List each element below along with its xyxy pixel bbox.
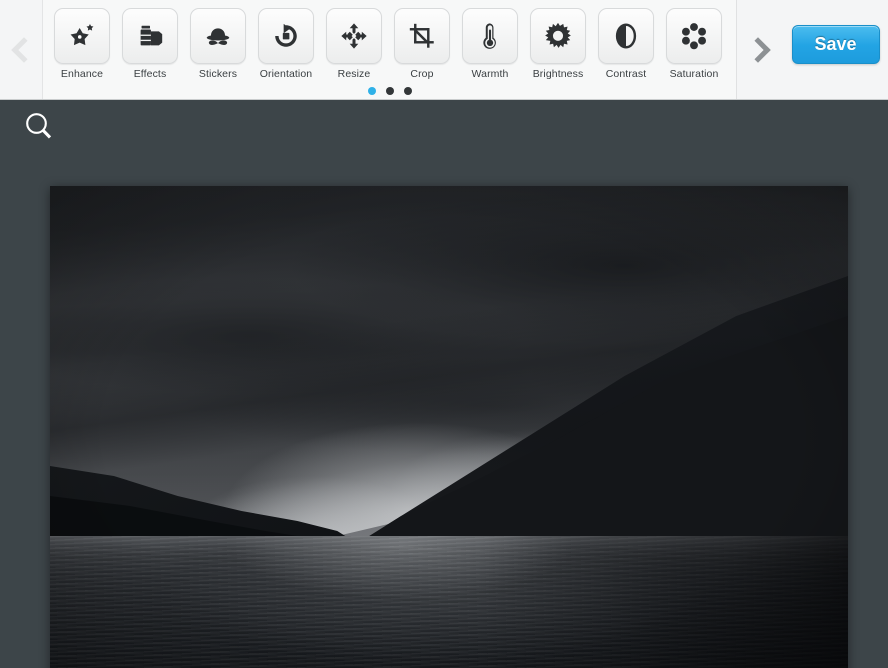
tool-crop-label: Crop xyxy=(410,68,433,80)
tool-orientation-tile[interactable] xyxy=(258,8,314,64)
tool-resize-tile[interactable] xyxy=(326,8,382,64)
color-droplets-icon xyxy=(679,21,709,51)
star-sparkle-icon xyxy=(67,21,97,51)
tool-crop-tile[interactable] xyxy=(394,8,450,64)
tool-contrast-label: Contrast xyxy=(606,68,646,80)
film-canister-icon xyxy=(135,21,165,51)
thermometer-icon xyxy=(475,21,505,51)
editor-toolbar: Enhance Effects xyxy=(0,0,888,100)
tool-enhance[interactable]: Enhance xyxy=(48,8,116,80)
magnifier-icon xyxy=(22,110,56,144)
tool-effects-tile[interactable] xyxy=(122,8,178,64)
sun-icon xyxy=(543,21,573,51)
prev-tools-arrow[interactable] xyxy=(0,0,42,99)
tool-saturation-tile[interactable] xyxy=(666,8,722,64)
tool-brightness-label: Brightness xyxy=(533,68,584,80)
tool-orientation[interactable]: Orientation xyxy=(252,8,320,80)
tool-orientation-label: Orientation xyxy=(260,68,312,80)
editor-canvas xyxy=(0,100,888,668)
tool-effects[interactable]: Effects xyxy=(116,8,184,80)
tool-stickers[interactable]: Stickers xyxy=(184,8,252,80)
tool-stickers-tile[interactable] xyxy=(190,8,246,64)
tool-brightness-tile[interactable] xyxy=(530,8,586,64)
tool-enhance-tile[interactable] xyxy=(54,8,110,64)
tool-stickers-label: Stickers xyxy=(199,68,237,80)
photo-frame[interactable] xyxy=(50,186,848,668)
tool-contrast[interactable]: Contrast xyxy=(592,8,660,80)
tool-brightness[interactable]: Brightness xyxy=(524,8,592,80)
photo-editor-app: Enhance Effects xyxy=(0,0,888,668)
tool-warmth[interactable]: Warmth xyxy=(456,8,524,80)
zoom-button[interactable] xyxy=(22,110,56,144)
next-tools-arrow[interactable] xyxy=(737,0,783,99)
save-button[interactable]: Save xyxy=(792,25,880,64)
pagination-dot-2[interactable] xyxy=(386,87,394,95)
tool-warmth-tile[interactable] xyxy=(462,8,518,64)
tool-enhance-label: Enhance xyxy=(61,68,103,80)
tool-resize-label: Resize xyxy=(338,68,371,80)
chevron-right-icon xyxy=(745,37,770,62)
crop-frame-icon xyxy=(407,21,437,51)
tool-crop[interactable]: Crop xyxy=(388,8,456,80)
four-way-arrows-icon xyxy=(339,21,369,51)
tool-strip: Enhance Effects xyxy=(43,0,736,82)
tool-pagination xyxy=(43,87,736,95)
save-zone: Save xyxy=(783,0,888,99)
tool-effects-label: Effects xyxy=(134,68,167,80)
tool-warmth-label: Warmth xyxy=(472,68,509,80)
rotate-right-icon xyxy=(271,21,301,51)
chevron-left-icon xyxy=(11,37,36,62)
pagination-dot-1[interactable] xyxy=(368,87,376,95)
tool-contrast-tile[interactable] xyxy=(598,8,654,64)
tool-resize[interactable]: Resize xyxy=(320,8,388,80)
tool-saturation[interactable]: Saturation xyxy=(660,8,728,80)
bowler-hat-mustache-icon xyxy=(203,21,233,51)
photo-vignette xyxy=(50,186,848,668)
photo-image xyxy=(50,186,848,668)
pagination-dot-3[interactable] xyxy=(404,87,412,95)
tool-saturation-label: Saturation xyxy=(670,68,719,80)
tool-strip-container: Enhance Effects xyxy=(42,0,737,99)
half-filled-circle-icon xyxy=(611,21,641,51)
